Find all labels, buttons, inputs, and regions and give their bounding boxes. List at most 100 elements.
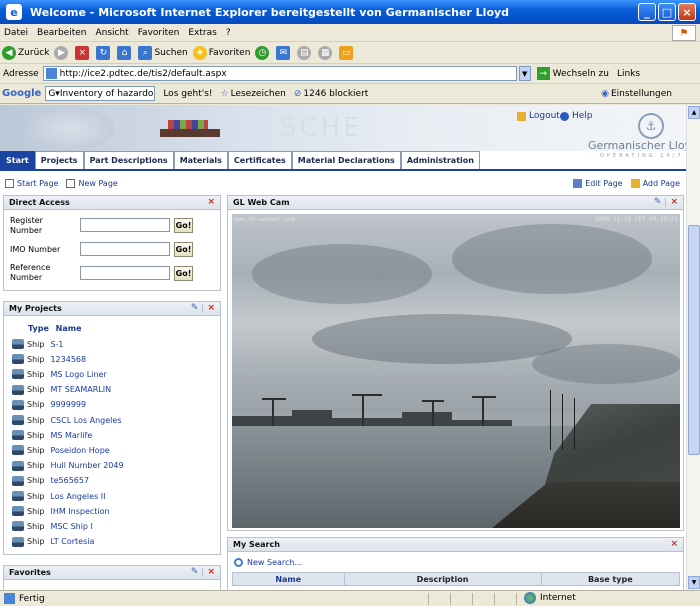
project-name-link[interactable]: 9999999: [50, 400, 86, 409]
list-item[interactable]: Ship MS Marlife: [12, 429, 92, 441]
print-button[interactable]: ▤: [297, 45, 313, 60]
project-name-link[interactable]: 1234568: [50, 355, 86, 364]
favorites-button[interactable]: ★ Favoriten: [192, 45, 250, 60]
project-name-link[interactable]: MT SEAMARLIN: [50, 385, 111, 394]
internet-globe-icon: [524, 592, 536, 604]
tab-material-declarations[interactable]: Material Declarations: [291, 151, 401, 169]
list-item[interactable]: Ship S-1: [12, 338, 64, 350]
reference-number-input[interactable]: [80, 266, 170, 280]
edit-pen-icon[interactable]: ✎: [191, 303, 199, 313]
list-item[interactable]: Ship IHM Inspection: [12, 505, 110, 517]
popup-blocker-button[interactable]: ⊘ 1246 blockiert: [294, 89, 368, 99]
list-item[interactable]: Ship LT Cortesia: [12, 536, 94, 548]
google-logo[interactable]: Google: [2, 88, 41, 99]
tab-administration[interactable]: Administration: [400, 151, 480, 169]
minimize-button[interactable]: _: [638, 3, 656, 21]
col-name[interactable]: Name: [56, 324, 82, 333]
list-item[interactable]: Ship Los Angeles II: [12, 490, 106, 502]
start-page-link[interactable]: Start Page: [5, 178, 58, 188]
project-name-link[interactable]: LT Cortesia: [50, 537, 94, 546]
tab-part-descriptions[interactable]: Part Descriptions: [83, 151, 174, 169]
register-go-button[interactable]: Go!: [174, 218, 193, 233]
menu-ansicht[interactable]: Ansicht: [95, 28, 128, 38]
col-name[interactable]: Name: [233, 573, 345, 585]
col-type[interactable]: Type: [28, 324, 49, 333]
close-icon[interactable]: ×: [670, 539, 678, 549]
stop-button[interactable]: ×: [75, 45, 91, 60]
project-name-link[interactable]: MSC Ship I: [50, 522, 92, 531]
scroll-down-button[interactable]: ▼: [688, 576, 700, 589]
new-page-link[interactable]: New Page: [66, 178, 118, 188]
project-name-link[interactable]: CSCL Los Angeles: [50, 416, 121, 425]
project-name-link[interactable]: te565657: [50, 476, 89, 485]
header-watermark: SCHE: [280, 113, 363, 143]
go-button[interactable]: → Wechseln zu: [536, 67, 609, 80]
edit-page-link[interactable]: Edit Page: [573, 178, 623, 188]
project-name-link[interactable]: MS Logo Liner: [50, 370, 106, 379]
refresh-button[interactable]: ↻: [96, 45, 112, 60]
add-page-link[interactable]: Add Page: [630, 178, 680, 188]
list-item[interactable]: Ship MT SEAMARLIN: [12, 384, 111, 396]
menu-help[interactable]: ?: [226, 28, 231, 38]
help-link[interactable]: Help: [560, 111, 593, 121]
project-name-link[interactable]: MS Marlife: [50, 431, 92, 440]
list-item[interactable]: Ship MS Logo Liner: [12, 368, 107, 380]
links-button[interactable]: Links: [617, 69, 640, 79]
search-button[interactable]: ⌕ Suchen: [138, 45, 188, 60]
list-item[interactable]: Ship Hull Number 2049: [12, 460, 124, 472]
bookmarks-button[interactable]: ☆ Lesezeichen: [221, 89, 286, 99]
edit-button[interactable]: ▦: [318, 45, 334, 60]
list-item[interactable]: Ship Poseidon Hope: [12, 444, 110, 456]
list-item[interactable]: Ship MSC Ship I: [12, 520, 93, 532]
list-item[interactable]: Ship 1234568: [12, 353, 86, 365]
folder-button[interactable]: ▭: [339, 45, 355, 60]
ship-icon: [12, 460, 24, 471]
history-button[interactable]: ◷: [255, 45, 271, 60]
close-icon[interactable]: ×: [207, 197, 215, 207]
tab-certificates[interactable]: Certificates: [227, 151, 292, 169]
logout-link[interactable]: Logout: [517, 111, 560, 121]
google-settings-button[interactable]: ◉ Einstellungen: [601, 89, 672, 99]
project-name-link[interactable]: Poseidon Hope: [50, 446, 109, 455]
tab-start[interactable]: Start: [0, 151, 35, 169]
list-item[interactable]: Ship 9999999: [12, 399, 86, 411]
close-icon[interactable]: ×: [670, 197, 678, 207]
tab-materials[interactable]: Materials: [173, 151, 228, 169]
address-input[interactable]: http://ice2.pdtec.de/tis2/default.aspx: [42, 66, 517, 81]
forward-button[interactable]: ▶: [54, 45, 70, 60]
close-icon[interactable]: ×: [207, 567, 215, 577]
col-base-type[interactable]: Base type: [542, 573, 679, 585]
col-description[interactable]: Description: [345, 573, 542, 585]
edit-pen-icon[interactable]: ✎: [191, 567, 199, 577]
register-number-input[interactable]: [80, 218, 170, 232]
google-search-input[interactable]: G▾Inventory of hazardous: [45, 86, 156, 101]
imo-number-input[interactable]: [80, 242, 170, 256]
project-name-link[interactable]: Hull Number 2049: [50, 461, 123, 470]
reference-go-button[interactable]: Go!: [174, 266, 193, 281]
menu-bearbeiten[interactable]: Bearbeiten: [37, 28, 86, 38]
page-scrollbar[interactable]: ▲ ▼: [686, 105, 700, 590]
maximize-button[interactable]: □: [658, 3, 676, 21]
tab-projects[interactable]: Projects: [34, 151, 84, 169]
list-item[interactable]: Ship te565657: [12, 475, 89, 487]
scroll-thumb[interactable]: [688, 225, 700, 455]
imo-go-button[interactable]: Go!: [174, 242, 193, 257]
menu-datei[interactable]: Datei: [4, 28, 28, 38]
list-item[interactable]: Ship CSCL Los Angeles: [12, 414, 121, 426]
edit-pen-icon[interactable]: ✎: [654, 197, 662, 207]
project-name-link[interactable]: Los Angeles II: [50, 492, 105, 501]
close-window-button[interactable]: ×: [678, 3, 696, 21]
project-name-link[interactable]: S-1: [50, 340, 63, 349]
back-button[interactable]: ◀ Zurück: [2, 45, 49, 60]
new-search-link[interactable]: New Search...: [234, 558, 302, 567]
close-icon[interactable]: ×: [207, 303, 215, 313]
google-go-button[interactable]: Los geht's!: [163, 89, 212, 99]
mail-button[interactable]: ✉: [276, 45, 292, 60]
address-dropdown-button[interactable]: ▼: [518, 66, 531, 81]
webcam-header: GL Web Cam ✎ ×: [228, 196, 683, 210]
home-button[interactable]: ⌂: [117, 45, 133, 60]
scroll-up-button[interactable]: ▲: [688, 106, 700, 119]
project-name-link[interactable]: IHM Inspection: [50, 507, 109, 516]
menu-favoriten[interactable]: Favoriten: [138, 28, 180, 38]
menu-extras[interactable]: Extras: [188, 28, 216, 38]
